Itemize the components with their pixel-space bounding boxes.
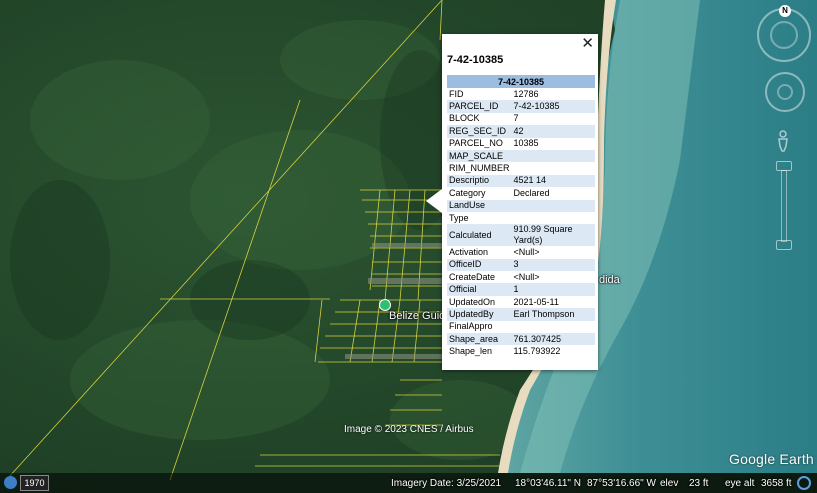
attribute-value: 42 <box>511 125 595 138</box>
look-control[interactable] <box>765 72 805 112</box>
attribute-value <box>512 321 595 333</box>
attribute-value <box>512 162 595 174</box>
attribute-row: Shape_len 115.793922 <box>447 345 595 357</box>
satellite-map[interactable] <box>0 0 817 493</box>
attribute-value: 7-42-10385 <box>511 100 595 113</box>
attribute-row: REG_SEC_ID 42 <box>447 125 595 138</box>
attribute-row: BLOCK 7 <box>447 113 595 125</box>
attribute-key: FinalAppro <box>449 321 493 332</box>
attribute-key: Official <box>447 283 512 296</box>
attribute-value: Earl Thompson <box>511 308 595 321</box>
attribute-value: 761.307425 <box>511 333 595 346</box>
attribute-row: Type <box>447 212 595 224</box>
longitude-readout: 87°53'16.66" W <box>587 478 656 489</box>
attribute-row: Official 1 <box>447 283 595 296</box>
attribute-key: BLOCK <box>449 113 480 124</box>
attribute-key: Category <box>449 187 486 198</box>
popup-title: 7-42-10385 <box>447 54 504 66</box>
attribute-value: <Null> <box>513 271 540 282</box>
attribute-key: RIM_NUMBER <box>449 163 510 174</box>
compass-ring[interactable]: N <box>757 5 811 62</box>
attribute-key: FID <box>449 88 464 99</box>
attribute-row: Descriptio 4521 14 <box>447 174 595 188</box>
attribute-key: Calculated <box>447 224 512 247</box>
globe-icon[interactable] <box>4 476 17 489</box>
attribute-key: UpdatedBy <box>447 308 512 321</box>
attribute-row: Category Declared <box>447 187 595 199</box>
parcel-info-popup: ✕ 7-42-10385 7-42-10385 FID 12786 PARCEL_I… <box>426 34 598 370</box>
close-icon[interactable]: ✕ <box>581 36 594 52</box>
place-label[interactable]: Belize Guid <box>389 310 445 322</box>
attribute-value <box>511 149 595 163</box>
attribute-key: PARCEL_NO <box>449 138 503 149</box>
attribute-row: UpdatedBy Earl Thompson <box>447 308 595 321</box>
attribute-row: Calculated 910.99 Square Yard(s) <box>447 224 595 247</box>
attribute-key: OfficeID <box>447 258 512 272</box>
elevation-value: 23 ft <box>689 478 709 489</box>
attribute-value <box>511 199 595 212</box>
attribute-value: 10385 <box>513 138 539 149</box>
attribute-value <box>512 212 595 224</box>
attribute-key: Shape_len <box>449 346 493 357</box>
attribute-key: Descriptio <box>447 174 512 188</box>
historical-year-button[interactable]: 1970 <box>20 475 49 491</box>
imagery-copyright: Image © 2023 CNES / Airbus <box>344 424 474 435</box>
attribute-value: 4521 14 <box>511 174 595 188</box>
attribute-row: LandUse <box>447 199 595 212</box>
attribute-row: FID 12786 <box>447 88 595 100</box>
attribute-row: OfficeID 3 <box>447 258 595 272</box>
attribute-table-header: 7-42-10385 <box>447 75 595 88</box>
attribute-row: FinalAppro <box>447 321 595 333</box>
attribute-row: PARCEL_NO 10385 <box>447 138 595 150</box>
eye-altitude-value: 3658 ft <box>761 478 792 489</box>
eye-altitude-label: eye alt <box>725 478 755 489</box>
attribute-value: 3 <box>511 258 595 272</box>
attribute-table: 7-42-10385 FID 12786 PARCEL_ID 7-42-10385 BL… <box>447 75 595 358</box>
attribute-row: Shape_area 761.307425 <box>447 333 595 346</box>
attribute-key: UpdatedOn <box>449 296 496 307</box>
zoom-slider[interactable] <box>781 170 787 242</box>
attribute-key: LandUse <box>447 199 512 212</box>
attribute-value: 910.99 Square Yard(s) <box>511 224 595 247</box>
elevation-label: elev <box>660 478 679 489</box>
attribute-key: MAP_SCALE <box>447 149 512 163</box>
compass-inner-ring[interactable] <box>770 21 798 49</box>
attribute-value: 1 <box>511 283 595 296</box>
attribute-row: MAP_SCALE <box>447 149 595 163</box>
google-earth-logo: Google Earth <box>729 451 814 467</box>
popup-pointer <box>426 189 442 213</box>
attribute-key: Shape_area <box>447 333 512 346</box>
attribute-row: RIM_NUMBER <box>447 162 595 174</box>
attribute-row: UpdatedOn 2021-05-11 <box>447 296 595 308</box>
north-indicator[interactable]: N <box>779 5 791 17</box>
attribute-key: PARCEL_ID <box>447 100 512 113</box>
attribute-value: 12786 <box>513 88 539 99</box>
place-label-2[interactable]: dida <box>599 274 620 286</box>
street-view-person-icon[interactable] <box>777 130 789 152</box>
attribute-key: REG_SEC_ID <box>447 125 512 138</box>
attribute-row: Activation <Null> <box>447 246 595 258</box>
attribute-key: CreateDate <box>449 271 496 282</box>
attribute-row: CreateDate <Null> <box>447 271 595 283</box>
loading-spinner-icon <box>797 476 811 490</box>
attribute-value: 2021-05-11 <box>513 296 559 307</box>
look-control-inner[interactable] <box>777 84 793 100</box>
latitude-readout: 18°03'46.11" N <box>515 478 581 489</box>
attribute-value: 7 <box>513 113 519 124</box>
attribute-row: PARCEL_ID 7-42-10385 <box>447 100 595 113</box>
attribute-value: <Null> <box>513 246 540 257</box>
attribute-value: Declared <box>513 187 550 198</box>
attribute-key: Type <box>449 212 469 223</box>
zoom-out-button[interactable] <box>776 240 792 250</box>
attribute-value: 115.793922 <box>513 346 561 357</box>
attribute-key: Activation <box>449 246 489 257</box>
imagery-date: Imagery Date: 3/25/2021 <box>391 478 502 489</box>
